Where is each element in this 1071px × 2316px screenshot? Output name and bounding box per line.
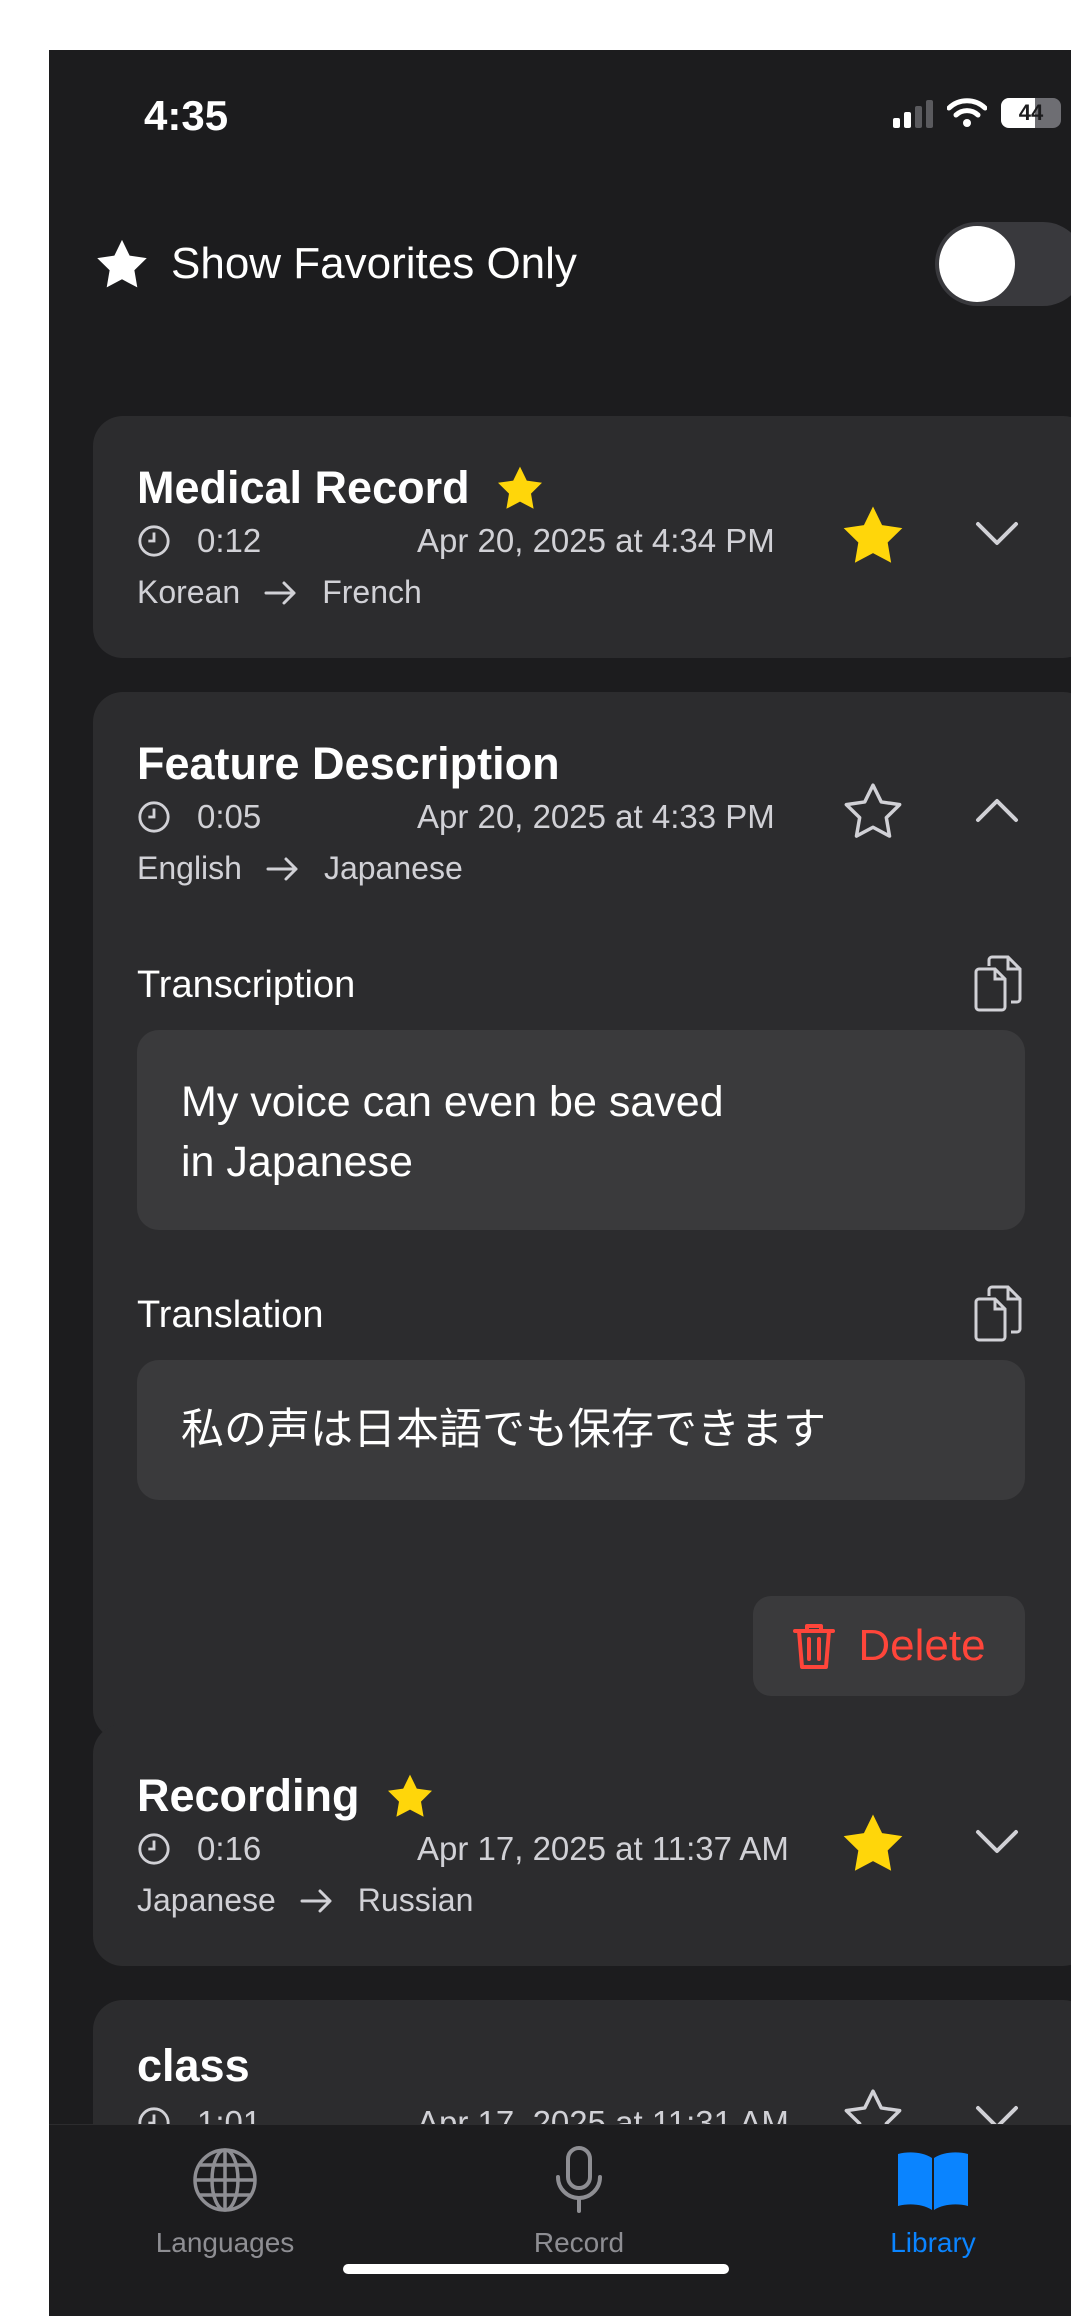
favorite-star-icon[interactable] [841,1812,905,1874]
status-icons: 44 [893,98,1061,128]
screen: 4:35 44 Show Favorites Only Medical Reco… [49,50,1071,2316]
recording-card-expanded[interactable]: Feature Description 0:05 Apr 20, 2025 at… [93,692,1071,1740]
target-language: Russian [357,1882,474,1918]
title-star-icon [387,1774,432,1817]
language-pair: Japanese Russian [137,1882,473,1919]
source-language: English [137,850,242,886]
translation-text: 私の声は日本語でも保存できます [181,1406,826,1454]
globe-icon [193,2148,257,2212]
target-language: Japanese [323,850,463,886]
recording-date: Apr 17, 2025 at 11:37 AM [417,1830,789,1867]
transcription-text: My voice can even be saved in Japanese [181,1072,724,1192]
trash-icon [793,1624,836,1669]
recording-title-row: class [137,2040,250,2092]
source-language: Korean [137,574,241,610]
recording-date: Apr 20, 2025 at 4:34 PM [417,522,775,559]
copy-icon[interactable] [973,954,1023,1014]
recording-title: class [137,2040,250,2091]
favorites-filter-label: Show Favorites Only [171,239,577,288]
transcription-label: Transcription [137,964,356,1006]
recording-title: Recording [137,1770,360,1821]
recording-meta: 0:05 Apr 20, 2025 at 4:33 PM [137,798,775,836]
battery-icon: 44 [1001,98,1061,128]
recording-card[interactable]: Medical Record 0:12 Apr 20, 2025 at 4:34… [93,416,1071,658]
tab-label: Record [533,2227,625,2258]
delete-label: Delete [858,1621,986,1670]
source-language: Japanese [137,1882,276,1918]
chevron-down-icon[interactable] [975,520,1019,548]
recording-title: Medical Record [137,462,470,513]
recording-title-row: Feature Description [137,738,560,790]
clock-icon [138,801,170,833]
recording-duration: 0:16 [197,1830,262,1867]
clock-icon [138,525,170,557]
wifi-icon [947,98,987,127]
recording-meta: 0:16 Apr 17, 2025 at 11:37 AM [137,1830,789,1868]
star-filled-icon [97,239,147,288]
arrow-right-icon [264,581,296,604]
arrow-right-icon [300,1889,332,1912]
language-pair: English Japanese [137,850,463,887]
target-language: French [322,574,422,610]
arrow-right-icon [266,857,298,880]
status-time: 4:35 [144,92,229,139]
language-pair: Korean French [137,574,422,611]
battery-level: 44 [1018,100,1044,125]
tab-bar: Languages Record Library [49,2124,1071,2316]
recording-date: Apr 20, 2025 at 4:33 PM [417,798,775,835]
translation-label: Translation [137,1294,324,1336]
clock-icon [138,1833,170,1865]
tab-record[interactable]: Record [459,2145,699,2259]
favorites-toggle[interactable] [935,222,1071,306]
recording-title-row: Recording [137,1770,434,1822]
recording-meta: 0:12 Apr 20, 2025 at 4:34 PM [137,522,775,560]
chevron-down-icon[interactable] [975,1828,1019,1856]
chevron-up-icon[interactable] [975,796,1019,824]
transcription-line: My voice can even be saved [181,1078,724,1126]
microphone-icon [556,2146,602,2213]
tab-label: Library [890,2227,976,2258]
translation-text-box[interactable]: 私の声は日本語でも保存できます [137,1360,1025,1500]
favorites-filter-row: Show Favorites Only [95,238,577,290]
toggle-knob [939,226,1015,302]
transcription-text-box[interactable]: My voice can even be saved in Japanese [137,1030,1025,1230]
favorite-star-icon[interactable] [841,504,905,566]
book-icon [898,2152,968,2210]
recording-title: Feature Description [137,738,560,789]
recording-card[interactable]: Recording 0:16 Apr 17, 2025 at 11:37 AM … [93,1724,1071,1966]
recording-duration: 0:12 [197,522,262,559]
recording-title-row: Medical Record [137,462,544,514]
tab-library[interactable]: Library [813,2145,1053,2259]
transcription-line: in Japanese [181,1138,413,1186]
home-indicator [343,2264,729,2274]
favorite-star-outline-icon[interactable] [841,780,905,842]
delete-button[interactable]: Delete [753,1596,1025,1696]
title-star-icon [497,466,542,509]
recording-duration: 0:05 [197,798,262,835]
copy-icon[interactable] [973,1284,1023,1344]
tab-label: Languages [155,2227,295,2258]
tab-languages[interactable]: Languages [105,2145,345,2259]
cellular-signal-icon [893,98,933,128]
